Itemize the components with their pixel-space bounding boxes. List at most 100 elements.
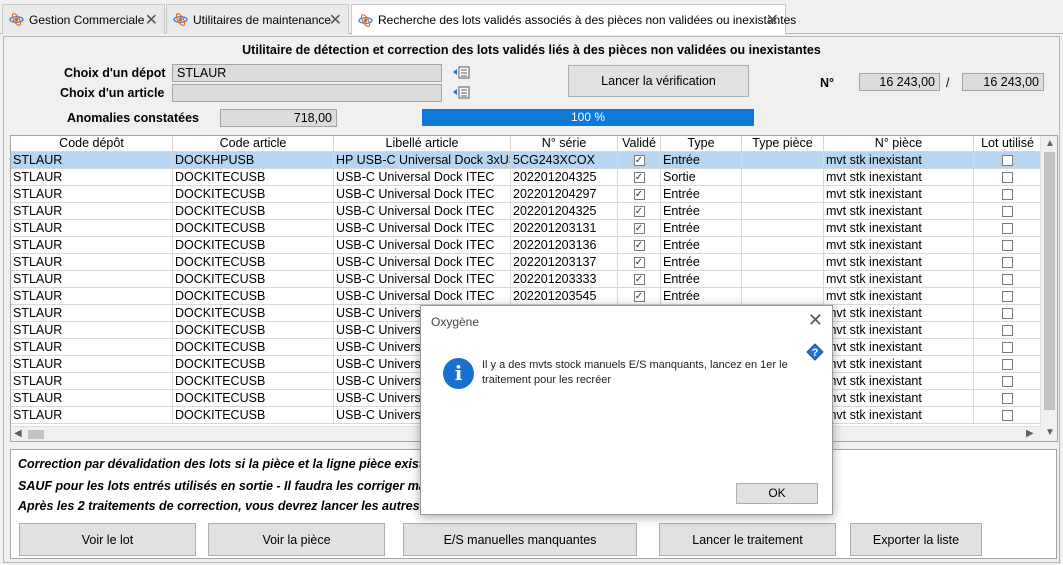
col-numero-serie-cell: 202201204325: [511, 169, 618, 186]
article-label: Choix d'un article: [60, 86, 165, 100]
scroll-down-icon[interactable]: ▼: [1045, 427, 1055, 438]
col-code-depot-header[interactable]: Code dépôt: [11, 136, 173, 152]
table-row[interactable]: STLAUR DOCKITECUSB USB-C Universal Dock IT…: [11, 237, 1042, 254]
col-type-piece-cell: [742, 169, 824, 186]
table-row[interactable]: STLAUR DOCKITECUSB USB-C Universal Dock IT…: [11, 203, 1042, 220]
atom-icon: [173, 13, 188, 26]
col-code-article-cell: DOCKITECUSB: [173, 390, 334, 407]
table-row[interactable]: STLAUR DOCKITECUSB USB-C Universal Dock IT…: [11, 271, 1042, 288]
tab-utilitaires-maintenance[interactable]: Utilitaires de maintenance ✕: [166, 4, 349, 34]
col-code-article-cell: DOCKITECUSB: [173, 237, 334, 254]
col-lot-utilise-header[interactable]: Lot utilisé: [974, 136, 1042, 152]
col-libelle-article-header[interactable]: Libellé article: [334, 136, 511, 152]
checkbox[interactable]: [1002, 154, 1013, 166]
scroll-left-icon[interactable]: ◀: [14, 428, 22, 439]
table-row[interactable]: STLAUR DOCKHPUSB HP USB-C Universal Dock 3…: [11, 152, 1042, 169]
checkbox[interactable]: ✓: [633, 222, 645, 234]
checkbox[interactable]: [1002, 188, 1013, 200]
checkbox[interactable]: ✓: [633, 154, 645, 166]
checkbox[interactable]: ✓: [633, 171, 645, 183]
col-numero-piece-header[interactable]: N° pièce: [824, 136, 974, 152]
lancer-verification-button[interactable]: Lancer la vérification: [568, 65, 749, 97]
n-label: N°: [820, 76, 835, 90]
col-lot-utilise-cell: [974, 390, 1042, 407]
checkbox[interactable]: [1002, 307, 1013, 319]
n-separator: /: [946, 76, 950, 90]
scroll-up-icon[interactable]: ▲: [1045, 138, 1055, 149]
col-code-depot-cell: STLAUR: [11, 339, 173, 356]
col-type-header[interactable]: Type: [661, 136, 742, 152]
table-row[interactable]: STLAUR DOCKITECUSB USB-C Universal Dock IT…: [11, 169, 1042, 186]
col-lot-utilise-cell: [974, 373, 1042, 390]
col-lot-utilise-cell: [974, 220, 1042, 237]
table-row[interactable]: STLAUR DOCKITECUSB USB-C Universal Dock IT…: [11, 288, 1042, 305]
article-field[interactable]: [172, 84, 442, 102]
close-icon[interactable]: ✕: [329, 10, 342, 30]
col-type-piece-cell: [742, 237, 824, 254]
col-code-article-cell: DOCKITECUSB: [173, 169, 334, 186]
tab-gestion-commerciale[interactable]: Gestion Commerciale ✕: [2, 4, 165, 34]
table-row[interactable]: STLAUR DOCKITECUSB USB-C Universal Dock IT…: [11, 254, 1042, 271]
col-valide-header[interactable]: Validé: [618, 136, 661, 152]
checkbox[interactable]: [1002, 324, 1013, 336]
checkbox[interactable]: ✓: [633, 290, 645, 302]
vertical-scrollbar[interactable]: ▲ ▼: [1040, 136, 1057, 441]
checkbox[interactable]: [1002, 375, 1013, 387]
table-row[interactable]: STLAUR DOCKITECUSB USB-C Universal Dock IT…: [11, 220, 1042, 237]
col-numero-serie-cell: 202201203333: [511, 271, 618, 288]
col-lot-utilise-cell: [974, 169, 1042, 186]
checkbox[interactable]: [1002, 171, 1013, 183]
checkbox[interactable]: [1002, 205, 1013, 217]
help-icon[interactable]: ?: [806, 343, 824, 361]
checkbox[interactable]: [1002, 341, 1013, 353]
col-lot-utilise-cell: [974, 322, 1042, 339]
col-type-cell: Entrée: [661, 288, 742, 305]
col-type-cell: Entrée: [661, 271, 742, 288]
checkbox[interactable]: ✓: [633, 273, 645, 285]
col-lot-utilise-cell: [974, 237, 1042, 254]
close-icon[interactable]: ✕: [808, 310, 823, 331]
close-icon[interactable]: ✕: [766, 10, 779, 30]
checkbox[interactable]: [1002, 273, 1013, 285]
col-type-piece-cell: [742, 152, 824, 169]
es-manuelles-button[interactable]: E/S manuelles manquantes: [403, 523, 637, 556]
close-icon[interactable]: ✕: [145, 10, 158, 30]
note-line: Correction par dévalidation des lots si …: [18, 457, 442, 471]
col-code-article-header[interactable]: Code article: [173, 136, 334, 152]
col-type-piece-header[interactable]: Type pièce: [742, 136, 824, 152]
col-code-article-cell: DOCKITECUSB: [173, 305, 334, 322]
scroll-thumb[interactable]: [28, 430, 44, 439]
table-row[interactable]: STLAUR DOCKITECUSB USB-C Universal Dock IT…: [11, 186, 1042, 203]
voir-lot-button[interactable]: Voir le lot: [19, 523, 196, 556]
col-code-article-cell: DOCKITECUSB: [173, 373, 334, 390]
scroll-right-icon[interactable]: ▶: [1026, 428, 1034, 439]
list-select-icon[interactable]: [452, 85, 470, 100]
col-type-piece-cell: [742, 288, 824, 305]
checkbox[interactable]: ✓: [633, 188, 645, 200]
exporter-liste-button[interactable]: Exporter la liste: [850, 523, 982, 556]
checkbox[interactable]: [1002, 256, 1013, 268]
checkbox[interactable]: ✓: [633, 256, 645, 268]
depot-field[interactable]: STLAUR: [172, 64, 442, 82]
col-code-depot-cell: STLAUR: [11, 169, 173, 186]
checkbox[interactable]: ✓: [633, 205, 645, 217]
checkbox[interactable]: ✓: [633, 239, 645, 251]
lancer-traitement-button[interactable]: Lancer le traitement: [659, 523, 836, 556]
list-select-icon[interactable]: [452, 65, 470, 80]
col-libelle-article-cell: USB-C Universal Dock ITEC: [334, 203, 511, 220]
scroll-thumb[interactable]: [1044, 152, 1055, 410]
checkbox[interactable]: [1002, 290, 1013, 302]
checkbox[interactable]: [1002, 409, 1013, 421]
checkbox[interactable]: [1002, 222, 1013, 234]
checkbox[interactable]: [1002, 392, 1013, 404]
col-libelle-article-cell: USB-C Universal Dock ITEC: [334, 271, 511, 288]
col-numero-serie-header[interactable]: N° série: [511, 136, 618, 152]
col-code-article-cell: DOCKITECUSB: [173, 186, 334, 203]
voir-piece-button[interactable]: Voir la pièce: [208, 523, 385, 556]
tab-recherche-lots[interactable]: Recherche des lots validés associés à de…: [351, 4, 796, 35]
col-libelle-article-cell: USB-C Universal Dock ITEC: [334, 288, 511, 305]
checkbox[interactable]: [1002, 358, 1013, 370]
ok-button[interactable]: OK: [736, 483, 818, 504]
checkbox[interactable]: [1002, 239, 1013, 251]
col-code-depot-cell: STLAUR: [11, 305, 173, 322]
